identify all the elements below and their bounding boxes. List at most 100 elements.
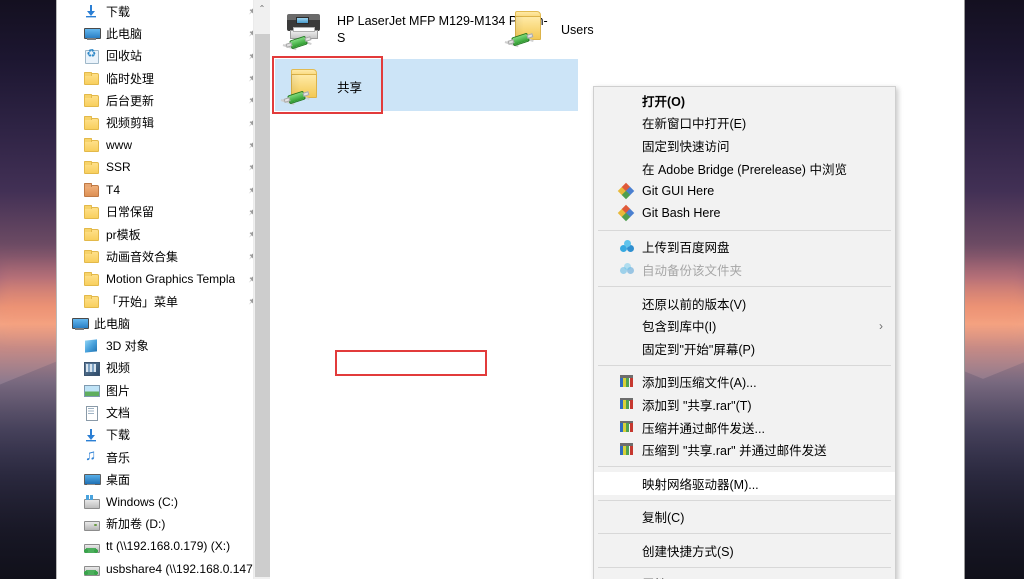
nav-item-label: 新加卷 (D:) (106, 517, 166, 532)
menu-item-6[interactable]: 上传到百度网盘 (594, 236, 895, 259)
folder-icon (83, 115, 99, 131)
menu-item-label: 打开(O) (642, 94, 686, 109)
scrollbar-thumb[interactable] (255, 34, 270, 577)
folder-icon (83, 204, 99, 220)
menu-item-label: 自动备份该文件夹 (642, 263, 743, 278)
nav-item-3[interactable]: 临时处理 (57, 67, 270, 89)
computer-icon (71, 315, 89, 331)
menu-item-1[interactable]: 在新窗口中打开(E) (594, 112, 895, 135)
folder-icon (83, 159, 99, 175)
menu-item-18[interactable]: 属性(R) (594, 573, 895, 579)
folder-icon (83, 226, 99, 242)
nav-item-label: 视频 (106, 361, 131, 376)
nav-item-label: 临时处理 (106, 71, 155, 86)
menu-item-17[interactable]: 创建快捷方式(S) (594, 539, 895, 562)
nav-item-22[interactable]: Windows (C:) (57, 491, 270, 513)
menu-item-label: 压缩到 "共享.rar" 并通过邮件发送 (642, 444, 827, 459)
nav-item-6[interactable]: www (57, 134, 270, 156)
menu-item-label: 添加到 "共享.rar"(T) (642, 398, 752, 413)
nav-item-label: 后台更新 (106, 93, 155, 108)
navigation-pane-scrollbar[interactable]: ⌃ (253, 0, 270, 579)
nav-item-13[interactable]: 「开始」菜单 (57, 290, 270, 312)
menu-item-3[interactable]: 在 Adobe Bridge (Prerelease) 中浏览 (594, 157, 895, 180)
content-pane[interactable]: HP LaserJet MFP M129-M134 PCLm-S Users 共… (271, 0, 964, 579)
menu-item-10[interactable]: 固定到"开始"屏幕(P) (594, 337, 895, 360)
menu-item-label: 复制(C) (642, 511, 685, 526)
baidu-netdisk-icon-dim (619, 261, 635, 277)
menu-separator (598, 285, 891, 287)
menu-separator (598, 229, 891, 231)
nav-item-8[interactable]: T4 (57, 178, 270, 200)
menu-item-2[interactable]: 固定到快速访问 (594, 134, 895, 157)
winrar-icon (619, 442, 635, 458)
menu-item-14[interactable]: 压缩到 "共享.rar" 并通过邮件发送 (594, 438, 895, 461)
nav-item-label: usbshare4 (\\192.168.0.147 (106, 561, 253, 576)
menu-item-8[interactable]: 还原以前的版本(V) (594, 292, 895, 315)
nav-item-20[interactable]: 音乐 (57, 446, 270, 468)
nav-item-label: 此电脑 (94, 316, 131, 331)
nav-item-7[interactable]: SSR (57, 156, 270, 178)
navigation-pane[interactable]: 下载此电脑回收站临时处理后台更新视频剪辑wwwSSRT4日常保留pr模板动画音效… (57, 0, 270, 579)
menu-item-16[interactable]: 复制(C) (594, 506, 895, 529)
scroll-up-button[interactable]: ⌃ (254, 0, 270, 17)
nav-item-9[interactable]: 日常保留 (57, 201, 270, 223)
nav-item-0[interactable]: 下载 (57, 0, 270, 22)
download-icon (83, 3, 99, 19)
menu-item-label: 固定到快速访问 (642, 139, 730, 154)
menu-item-label: 映射网络驱动器(M)... (642, 477, 759, 492)
nav-item-label: tt (\\192.168.0.179) (X:) (106, 539, 231, 554)
menu-item-13[interactable]: 压缩并通过邮件发送... (594, 416, 895, 439)
shared-printer-icon (281, 6, 329, 54)
menu-item-11[interactable]: 添加到压缩文件(A)... (594, 371, 895, 394)
menu-item-4[interactable]: Git GUI Here (594, 179, 895, 202)
nav-item-4[interactable]: 后台更新 (57, 89, 270, 111)
item-label: Users (561, 22, 594, 37)
context-menu[interactable]: 打开(O) 在新窗口中打开(E) 固定到快速访问在 Adobe Bridge (Pr… (593, 86, 896, 579)
nav-item-2[interactable]: 回收站 (57, 45, 270, 67)
nav-item-11[interactable]: 动画音效合集 (57, 245, 270, 267)
nav-item-23[interactable]: 新加卷 (D:) (57, 513, 270, 535)
pictures-icon (83, 382, 100, 398)
menu-separator (598, 499, 891, 501)
share-folder-highlight-box (272, 56, 383, 114)
nav-item-19[interactable]: 下载 (57, 424, 270, 446)
nav-item-12[interactable]: Motion Graphics Templa (57, 268, 270, 290)
nav-item-21[interactable]: 桌面 (57, 468, 270, 490)
computer-icon (83, 25, 101, 41)
git-icon (617, 205, 635, 222)
folder-orange-icon (83, 182, 99, 198)
menu-item-9[interactable]: 包含到库中(I) › (594, 314, 895, 337)
menu-separator (598, 533, 891, 535)
menu-item-5[interactable]: Git Bash Here (594, 202, 895, 225)
folder-icon (83, 248, 99, 264)
menu-item-15[interactable]: 映射网络驱动器(M)... (594, 471, 895, 495)
nav-item-5[interactable]: 视频剪辑 (57, 111, 270, 133)
nav-item-label: 桌面 (106, 472, 131, 487)
nav-item-14[interactable]: 此电脑 (57, 312, 270, 334)
nav-item-label: 回收站 (106, 49, 143, 64)
nav-item-10[interactable]: pr模板 (57, 223, 270, 245)
nav-item-label: 文档 (106, 405, 131, 420)
item-users-folder[interactable]: Users (499, 1, 729, 59)
menu-item-0[interactable]: 打开(O) (594, 89, 895, 112)
nav-item-16[interactable]: 视频 (57, 357, 270, 379)
nav-item-25[interactable]: usbshare4 (\\192.168.0.147 (57, 557, 270, 579)
desktop-icon (83, 471, 101, 487)
menu-item-7: 自动备份该文件夹 (594, 258, 895, 281)
nav-item-label: 「开始」菜单 (106, 294, 179, 309)
nav-item-label: 视频剪辑 (106, 116, 155, 131)
nav-item-18[interactable]: 文档 (57, 401, 270, 423)
baidu-netdisk-icon (619, 239, 635, 255)
menu-item-label: 创建快捷方式(S) (642, 544, 734, 559)
nav-item-15[interactable]: 3D 对象 (57, 334, 270, 356)
3d-objects-icon (83, 338, 99, 354)
folder-icon (83, 293, 99, 309)
nav-item-label: Windows (C:) (106, 494, 179, 509)
nav-item-label: SSR (106, 160, 131, 175)
nav-item-17[interactable]: 图片 (57, 379, 270, 401)
network-drive-icon (83, 561, 100, 577)
menu-item-12[interactable]: 添加到 "共享.rar"(T) (594, 393, 895, 416)
nav-item-1[interactable]: 此电脑 (57, 22, 270, 44)
nav-item-24[interactable]: tt (\\192.168.0.179) (X:) (57, 535, 270, 557)
nav-item-label: T4 (106, 182, 121, 197)
